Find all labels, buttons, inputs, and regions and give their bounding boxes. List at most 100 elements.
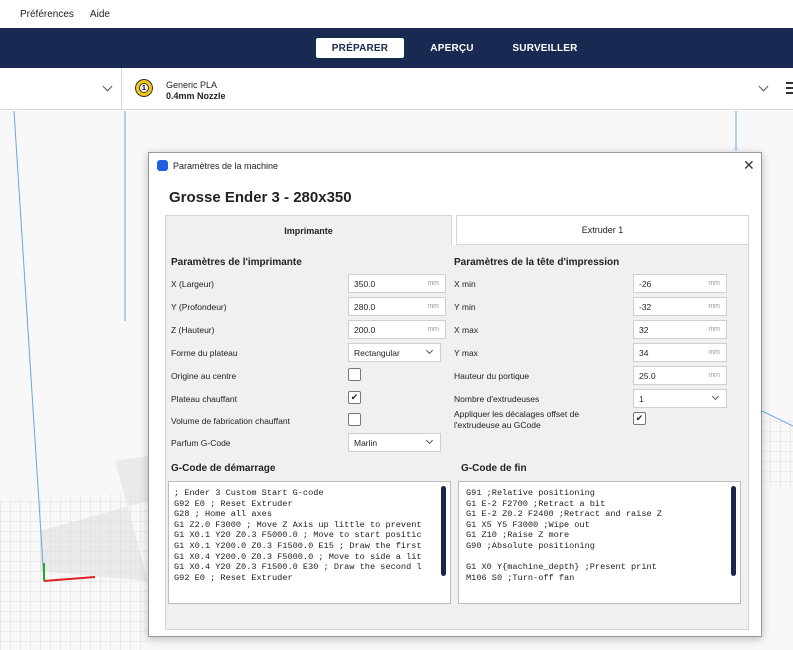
code-line: G1 X0.1 Y200.0 Z0.3 F1500.0 E15 ; Draw t… [174,540,422,551]
start-gcode-scrollbar[interactable] [441,486,446,576]
gantry-height-unit: mm [708,372,720,379]
x-width-field[interactable]: 350.0 mm [348,274,446,293]
start-gcode-title: G-Code de démarrage [171,463,276,474]
code-line: G1 X0 Y{machine_depth} ;Present print [466,562,657,573]
heated-bed-checkbox[interactable]: ✔ [348,391,361,404]
tab-printer[interactable]: Imprimante [165,215,452,245]
tab-extruder-1[interactable]: Extruder 1 [456,215,749,245]
printer-selector[interactable] [0,68,122,110]
y-max-value: 34 [639,348,649,358]
y-min-unit: mm [708,303,720,310]
x-max-field[interactable]: 32 mm [633,320,727,339]
gantry-height-field[interactable]: 25.0 mm [633,366,727,385]
gantry-height-value: 25.0 [639,371,656,381]
x-min-field[interactable]: -26 mm [633,274,727,293]
printer-material-bar: 1 Generic PLA 0.4mm Nozzle [0,68,793,110]
start-gcode-text: ; Ender 3 Custom Start G-code G92 E0 ; R… [174,488,422,583]
chevron-down-icon [711,392,720,401]
extruder-index: 1 [139,83,149,93]
close-icon[interactable]: ✕ [743,156,755,174]
z-height-label: Z (Hauteur) [171,325,215,335]
build-plate-shape-select[interactable]: Rectangular [348,343,441,362]
z-height-value: 200.0 [354,325,376,335]
build-plate-shape-value: Rectangular [354,348,400,358]
y-max-field[interactable]: 34 mm [633,343,727,362]
tab-prepare[interactable]: PRÉPARER [316,38,404,58]
printhead-settings-title: Paramètres de la tête d'impression [454,257,620,268]
x-width-label: X (Largeur) [171,279,214,289]
x-min-label: X min [454,279,476,289]
code-line: G92 E0 ; Reset Extruder [174,498,293,509]
code-line: G91 ;Relative positioning [466,488,595,498]
dialog-titlebar: Paramètres de la machine ✕ [149,153,761,179]
end-gcode-editor[interactable]: G91 ;Relative positioning G1 E-2 F2700 ;… [458,481,741,604]
start-gcode-editor[interactable]: ; Ender 3 Custom Start G-code G92 E0 ; R… [168,481,451,604]
extruder-count-value: 1 [639,394,644,404]
dialog-title: Paramètres de la machine [173,161,279,171]
code-line: M106 S0 ;Turn-off fan [466,572,575,583]
end-gcode-text: G91 ;Relative positioning G1 E-2 F2700 ;… [466,488,662,583]
tab-preview[interactable]: APERÇU [416,38,488,58]
menu-preferences[interactable]: Préférences [20,9,74,20]
apply-offsets-label-line2: l'extrudeuse au GCode [454,420,541,430]
stage-nav: PRÉPARER APERÇU SURVEILLER [0,28,793,68]
gcode-flavor-label: Parfum G-Code [171,438,231,448]
origin-center-label: Origine au centre [171,371,237,381]
code-line: G1 X0.4 Y200.0 Z0.3 F5000.0 ; Move to si… [174,551,422,562]
origin-center-checkbox[interactable] [348,368,361,381]
x-max-unit: mm [708,326,720,333]
y-max-label: Y max [454,348,478,358]
material-name[interactable]: Generic PLA [166,80,217,90]
chevron-down-icon [102,81,113,92]
y-depth-value: 280.0 [354,302,376,312]
x-min-unit: mm [708,280,720,287]
chevron-down-icon [425,436,434,445]
build-plate-shape-label: Forme du plateau [171,348,238,358]
heated-volume-label: Volume de fabrication chauffant [171,416,290,426]
x-max-label: X max [454,325,479,335]
menu-help[interactable]: Aide [90,9,110,20]
code-line: G1 Z2.0 F3000 ; Move Z Axis up little to… [174,519,422,530]
code-line: G1 X0.1 Y20 Z0.3 F5000.0 ; Move to start… [174,530,422,541]
cura-window: Préférences Aide PRÉPARER APERÇU SURVEIL… [0,0,793,650]
y-depth-label: Y (Profondeur) [171,302,227,312]
y-depth-field[interactable]: 280.0 mm [348,297,446,316]
z-height-field[interactable]: 200.0 mm [348,320,446,339]
apply-offsets-label-line1: Appliquer les décalages offset de [454,409,580,419]
x-max-value: 32 [639,325,649,335]
code-line: G90 ;Absolute positioning [466,540,595,551]
tab-monitor[interactable]: SURVEILLER [500,38,590,58]
cura-logo-icon [157,160,168,171]
apply-offsets-checkbox[interactable]: ✔ [633,412,646,425]
more-options-icon[interactable] [786,82,793,96]
x-width-value: 350.0 [354,279,376,289]
extruder-count-select[interactable]: 1 [633,389,727,408]
x-width-unit: mm [427,280,439,287]
gantry-height-label: Hauteur du portique [454,371,530,381]
code-line: G1 E-2 Z0.2 F2400 ;Retract and raise Z [466,509,662,520]
y-max-unit: mm [708,349,720,356]
code-line: G92 E0 ; Reset Extruder [174,572,293,583]
y-min-label: Y min [454,302,476,312]
menu-bar: Préférences Aide [0,0,793,28]
z-height-unit: mm [427,326,439,333]
code-line: G28 ; Home all axes [174,509,272,520]
code-line: G1 X0.4 Y20 Z0.3 F1500.0 E30 ; Draw the … [174,562,422,573]
extruder-count-label: Nombre d'extrudeuses [454,394,540,404]
chevron-down-icon [425,346,434,355]
gcode-flavor-select[interactable]: Marlin [348,433,441,452]
heated-volume-checkbox[interactable] [348,413,361,426]
y-min-field[interactable]: -32 mm [633,297,727,316]
end-gcode-title: G-Code de fin [461,463,527,474]
y-min-value: -32 [639,302,652,312]
code-line: G1 E-2 F2700 ;Retract a bit [466,498,606,509]
spool-icon: 1 [135,79,153,97]
printer-settings-title: Paramètres de l'imprimante [171,257,302,268]
chevron-down-icon[interactable] [758,81,769,92]
code-line: G1 X5 Y5 F3000 ;Wipe out [466,519,590,530]
end-gcode-scrollbar[interactable] [731,486,736,576]
heated-bed-label: Plateau chauffant [171,394,238,404]
nozzle-name[interactable]: 0.4mm Nozzle [166,91,226,101]
y-depth-unit: mm [427,303,439,310]
